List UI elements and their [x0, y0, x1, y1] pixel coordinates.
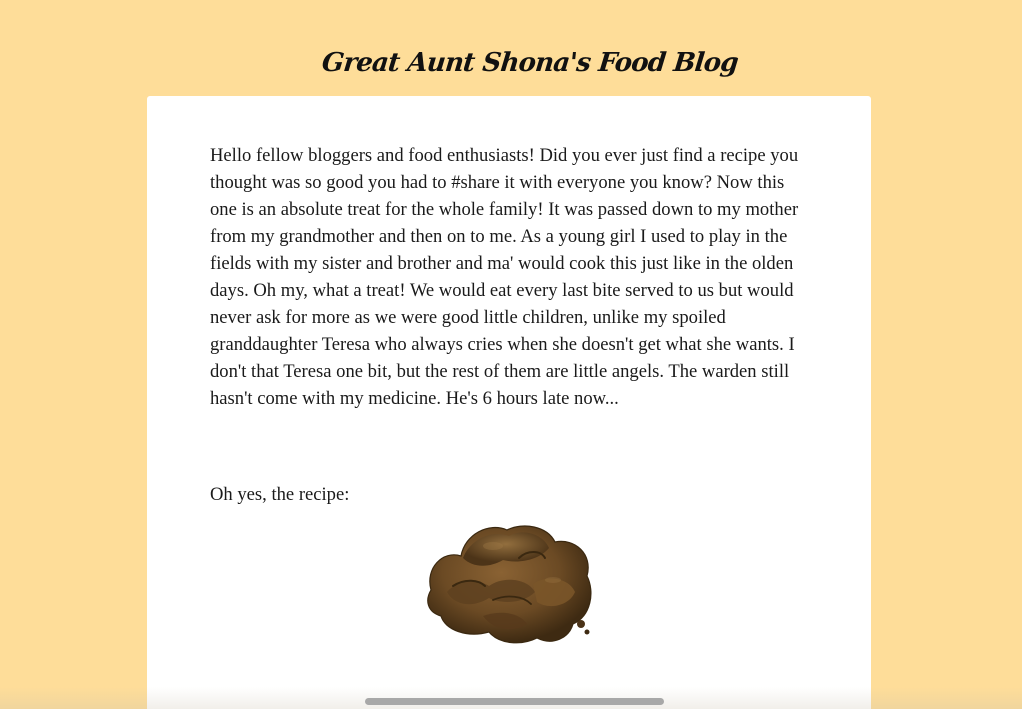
recipe-image — [427, 525, 592, 644]
horizontal-scrollbar[interactable] — [365, 698, 664, 705]
post-paragraph: Hello fellow bloggers and food enthusias… — [210, 145, 799, 409]
recipe-intro-text: Oh yes, the recipe: — [210, 484, 350, 505]
blog-title: Great Aunt Shona's Food Blog — [320, 48, 740, 78]
blog-post-card: Hello fellow bloggers and food enthusias… — [147, 96, 871, 709]
